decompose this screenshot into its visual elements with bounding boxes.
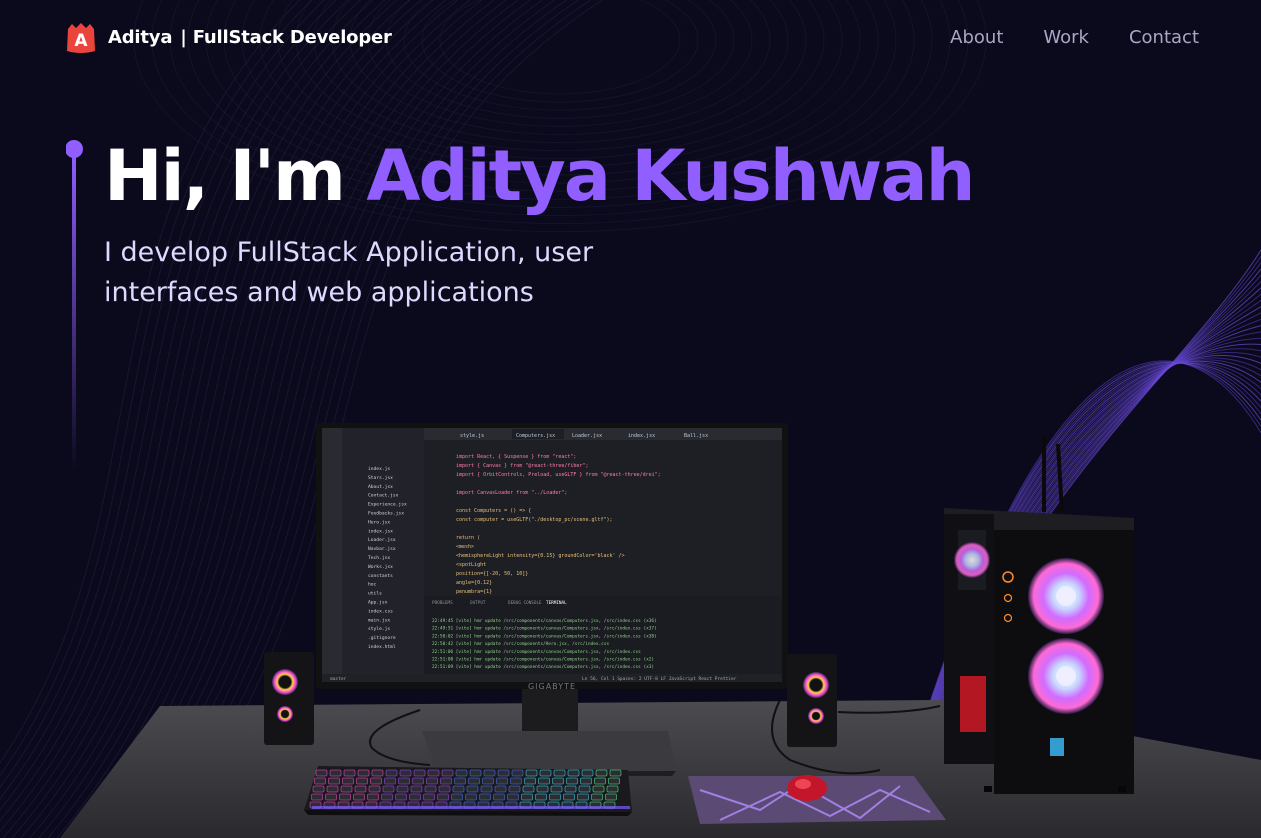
hero-name: Aditya Kushwah	[366, 135, 975, 217]
nav-links: About Work Contact	[950, 27, 1199, 48]
panel-tab[interactable]: OUTPUT	[470, 600, 486, 606]
speaker-left	[264, 652, 314, 745]
file-item[interactable]: App.jsx	[368, 600, 388, 606]
file-item[interactable]: index.js	[368, 466, 390, 472]
nav-link-work[interactable]: Work	[1043, 27, 1089, 48]
status-right: Ln 56, Col 1 Spaces: 2 UTF-8 LF JavaScri…	[582, 676, 737, 682]
file-item[interactable]: constants	[368, 573, 393, 579]
code-line: import { OrbitControls, Preload, useGLTF…	[456, 472, 661, 478]
monitor-stand	[422, 688, 676, 776]
code-line: return (	[456, 535, 480, 541]
terminal-line: 22:50:02 [vite] hmr update /src/componen…	[432, 633, 657, 639]
file-item[interactable]: utils	[368, 591, 382, 597]
file-item[interactable]: main.jsx	[368, 617, 390, 623]
code-line: position={[-20, 50, 10]}	[456, 571, 528, 577]
file-item[interactable]: index.css	[368, 608, 393, 614]
speaker-right	[787, 654, 837, 747]
file-item[interactable]: Stars.jsx	[368, 475, 393, 481]
brand-name: Aditya	[108, 27, 173, 48]
file-item[interactable]: Feedbacks.jsx	[368, 511, 404, 517]
file-item[interactable]: .gitignore	[368, 635, 396, 641]
file-item[interactable]: index.jsx	[368, 528, 393, 534]
file-item[interactable]: Tech.jsx	[368, 555, 390, 561]
terminal-line: 22:49:45 [vite] hmr update /src/componen…	[432, 618, 657, 624]
terminal-line: 22:50:42 [vite] hmr update /src/componen…	[432, 641, 609, 647]
panel-tab[interactable]: TERMINAL	[546, 600, 567, 606]
hero-title: Hi, I'm Aditya Kushwah	[104, 130, 975, 222]
navbar: A Aditya | FullStack Developer About Work…	[0, 0, 1261, 76]
code-line: import React, { Suspense } from "react";	[456, 454, 576, 460]
editor-tab[interactable]: Loader.jsx	[572, 433, 602, 439]
nav-link-about[interactable]: About	[950, 27, 1003, 48]
file-item[interactable]: Navbar.jsx	[368, 546, 396, 552]
file-item[interactable]: hoc	[368, 582, 377, 588]
file-item[interactable]: Loader.jsx	[368, 537, 396, 543]
code-line: <mesh>	[456, 544, 474, 550]
code-line: const Computers = () => {	[456, 508, 531, 514]
hero-greeting: Hi, I'm	[104, 135, 346, 217]
logo-icon[interactable]: A	[64, 21, 98, 55]
file-item[interactable]: style.js	[368, 626, 390, 632]
brand-role: | FullStack Developer	[180, 27, 392, 48]
keyboard	[304, 766, 632, 816]
code-line: penumbra={1}	[456, 589, 492, 595]
code-line: angle={0.12}	[456, 580, 492, 586]
logo-letter: A	[74, 31, 88, 51]
hero-subtitle: I develop FullStack Application, user in…	[104, 237, 594, 308]
code-line: import { Canvas } from "@react-three/fib…	[456, 463, 588, 469]
terminal-line: 22:49:51 [vite] hmr update /src/componen…	[432, 626, 657, 632]
terminal-line: 22:51:06 [vite] hmr update /src/componen…	[432, 649, 641, 655]
panel-tab[interactable]: PROBLEMS	[432, 600, 453, 606]
editor-tab[interactable]: style.js	[460, 433, 484, 439]
desktop-pc-scene[interactable]: GIGABYTE style.js Computers.jsx Loader.jsx…	[0, 380, 1261, 838]
editor-tab[interactable]: Computers.jsx	[516, 433, 555, 439]
brand[interactable]: Aditya | FullStack Developer	[108, 27, 392, 48]
editor-tab[interactable]: Ball.jsx	[684, 433, 708, 439]
file-item[interactable]: Experience.jsx	[368, 502, 407, 508]
mouse	[787, 775, 827, 801]
code-line: const computer = useGLTF("./desktop_pc/s…	[456, 517, 613, 523]
file-item[interactable]: Contact.jsx	[368, 493, 399, 499]
file-item[interactable]: About.jsx	[368, 484, 393, 490]
code-line: <hemisphereLight intensity={0.15} ground…	[456, 553, 625, 559]
status-left: master	[330, 676, 347, 682]
code-line: import CanvasLoader from "../Loader";	[456, 490, 567, 496]
terminal-line: 22:51:09 [vite] hmr update /src/componen…	[432, 664, 654, 670]
panel-tab[interactable]: DEBUG CONSOLE	[508, 600, 542, 606]
file-item[interactable]: Hero.jsx	[368, 519, 390, 525]
pc-tower	[944, 436, 1134, 794]
monitor-brand: GIGABYTE	[528, 682, 576, 691]
nav-link-contact[interactable]: Contact	[1129, 27, 1199, 48]
code-line: <spotLight	[456, 562, 486, 568]
terminal-line: 22:51:08 [vite] hmr update /src/componen…	[432, 657, 654, 663]
editor-tab[interactable]: index.jsx	[628, 433, 655, 439]
file-item[interactable]: Works.jsx	[368, 564, 393, 570]
file-item[interactable]: index.html	[368, 644, 396, 650]
